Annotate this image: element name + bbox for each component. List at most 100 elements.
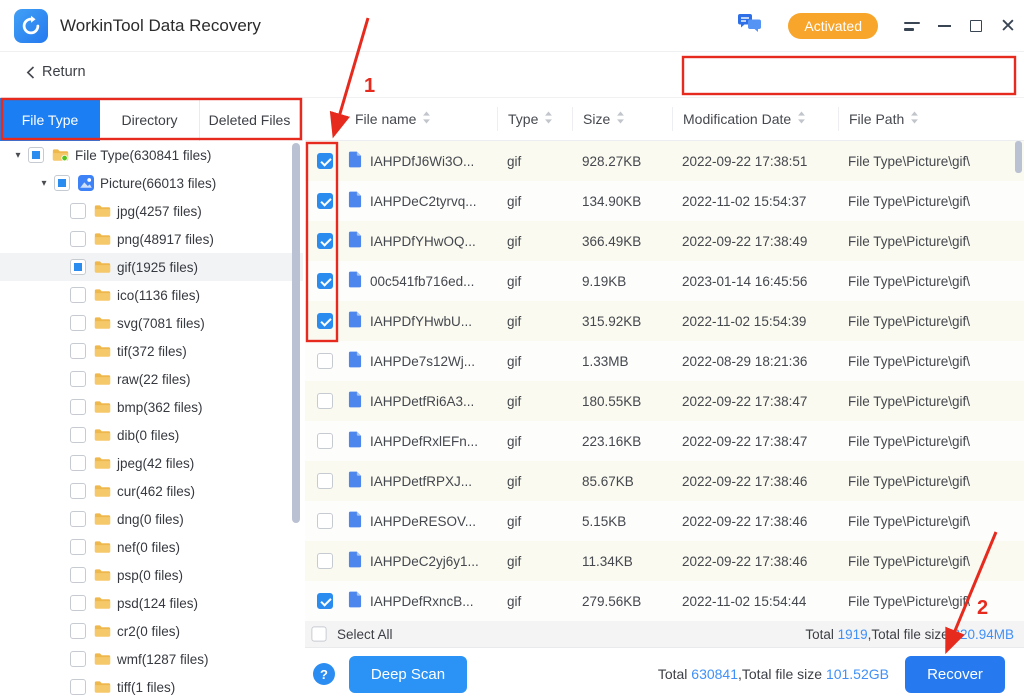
file-icon [348, 591, 362, 611]
tree-checkbox[interactable] [28, 147, 44, 163]
tree-checkbox[interactable] [54, 175, 70, 191]
tree-item[interactable]: dib(0 files) [0, 421, 303, 449]
tree-item[interactable]: tiff(1 files) [0, 673, 303, 700]
tree-checkbox[interactable] [70, 623, 86, 639]
table-row[interactable]: IAHPDeC2tyrvq...gif134.90KB2022-11-02 15… [305, 181, 1024, 221]
file-checkbox[interactable] [317, 193, 333, 209]
tree-checkbox[interactable] [70, 679, 86, 695]
tree-item[interactable]: dng(0 files) [0, 505, 303, 533]
tree-item[interactable]: ▾File Type(630841 files) [0, 141, 303, 169]
file-date: 2022-08-29 18:21:36 [672, 354, 838, 369]
tree-item[interactable]: wmf(1287 files) [0, 645, 303, 673]
sort-icon[interactable] [616, 111, 625, 127]
tree-item[interactable]: cr2(0 files) [0, 617, 303, 645]
tree-item[interactable]: png(48917 files) [0, 225, 303, 253]
table-row[interactable]: IAHPDe7s12Wj...gif1.33MB2022-08-29 18:21… [305, 341, 1024, 381]
tree-item[interactable]: bmp(362 files) [0, 393, 303, 421]
tree-checkbox[interactable] [70, 595, 86, 611]
help-icon[interactable]: ? [313, 663, 335, 685]
table-row[interactable]: IAHPDetfRPXJ...gif85.67KB2022-09-22 17:3… [305, 461, 1024, 501]
recover-button[interactable]: Recover [905, 656, 1005, 693]
file-checkbox[interactable] [317, 473, 333, 489]
file-checkbox[interactable] [317, 153, 333, 169]
tree-checkbox[interactable] [70, 455, 86, 471]
tree-checkbox[interactable] [70, 567, 86, 583]
table-row[interactable]: IAHPDfYHwbU...gif315.92KB2022-11-02 15:5… [305, 301, 1024, 341]
expand-arrow-icon[interactable]: ▾ [34, 178, 54, 189]
file-checkbox[interactable] [317, 233, 333, 249]
tree-item[interactable]: svg(7081 files) [0, 309, 303, 337]
table-row[interactable]: IAHPDeC2yj6y1...gif11.34KB2022-09-22 17:… [305, 541, 1024, 581]
tree-checkbox[interactable] [70, 371, 86, 387]
tree-item[interactable]: ▾Picture(66013 files) [0, 169, 303, 197]
column-header-modification-date[interactable]: Modification Date [672, 107, 838, 131]
column-header-type[interactable]: Type [497, 107, 572, 131]
tree-checkbox[interactable] [70, 203, 86, 219]
tree-item[interactable]: raw(22 files) [0, 365, 303, 393]
tree-item[interactable]: nef(0 files) [0, 533, 303, 561]
table-row[interactable]: IAHPDfJ6Wi3O...gif928.27KB2022-09-22 17:… [305, 141, 1024, 181]
file-type: gif [497, 314, 572, 329]
tree-checkbox[interactable] [70, 287, 86, 303]
tab-file-type[interactable]: File Type [0, 98, 100, 141]
tree-checkbox[interactable] [70, 651, 86, 667]
table-row[interactable]: IAHPDfYHwOQ...gif366.49KB2022-09-22 17:3… [305, 221, 1024, 261]
tree-item-label: raw(22 files) [117, 372, 191, 387]
tree-checkbox[interactable] [70, 315, 86, 331]
file-checkbox[interactable] [317, 433, 333, 449]
minimize-button[interactable] [928, 0, 960, 52]
activated-badge[interactable]: Activated [788, 13, 878, 39]
file-icon [348, 391, 362, 411]
sidebar-scrollbar[interactable] [292, 143, 300, 523]
table-row[interactable]: IAHPDefRxlEFn...gif223.16KB2022-09-22 17… [305, 421, 1024, 461]
table-scrollbar[interactable] [1015, 141, 1022, 173]
deep-scan-button[interactable]: Deep Scan [349, 656, 467, 693]
app-window: WorkinTool Data Recovery Activated ✕ Ret… [0, 0, 1024, 700]
close-button[interactable]: ✕ [992, 0, 1024, 52]
column-header-file-path[interactable]: File Path [838, 107, 1024, 131]
tab-deleted-files[interactable]: Deleted Files [200, 98, 300, 141]
file-checkbox[interactable] [317, 513, 333, 529]
tree-item[interactable]: psd(124 files) [0, 589, 303, 617]
tree-item[interactable]: jpeg(42 files) [0, 449, 303, 477]
sort-icon[interactable] [544, 111, 553, 127]
tree-item[interactable]: tif(372 files) [0, 337, 303, 365]
tree-checkbox[interactable] [70, 511, 86, 527]
table-row[interactable]: 00c541fb716ed...gif9.19KB2023-01-14 16:4… [305, 261, 1024, 301]
maximize-button[interactable] [960, 0, 992, 52]
tab-directory[interactable]: Directory [100, 98, 200, 141]
tree-checkbox[interactable] [70, 483, 86, 499]
file-name: IAHPDetfRi6A3... [370, 394, 474, 409]
table-row[interactable]: IAHPDefRxncB...gif279.56KB2022-11-02 15:… [305, 581, 1024, 621]
file-checkbox[interactable] [317, 553, 333, 569]
tree-checkbox[interactable] [70, 231, 86, 247]
sort-icon[interactable] [422, 111, 431, 127]
tree-item[interactable]: cur(462 files) [0, 477, 303, 505]
table-row[interactable]: IAHPDetfRi6A3...gif180.55KB2022-09-22 17… [305, 381, 1024, 421]
sort-icon[interactable] [797, 111, 806, 127]
tree-checkbox[interactable] [70, 427, 86, 443]
messages-icon[interactable] [738, 14, 762, 38]
tree-checkbox[interactable] [70, 539, 86, 555]
column-header-file-name[interactable]: File name [345, 107, 497, 131]
tree-item[interactable]: jpg(4257 files) [0, 197, 303, 225]
tree-item[interactable]: gif(1925 files) [0, 253, 303, 281]
file-checkbox[interactable] [317, 593, 333, 609]
file-checkbox[interactable] [317, 353, 333, 369]
select-all-checkbox[interactable] [311, 626, 326, 641]
return-button[interactable]: Return [26, 64, 86, 80]
tree-item[interactable]: psp(0 files) [0, 561, 303, 589]
expand-arrow-icon[interactable]: ▾ [8, 150, 28, 161]
tree-checkbox[interactable] [70, 399, 86, 415]
tree-checkbox[interactable] [70, 259, 86, 275]
file-checkbox[interactable] [317, 393, 333, 409]
sort-icon[interactable] [910, 111, 919, 127]
tree-item[interactable]: ico(1136 files) [0, 281, 303, 309]
menu-button[interactable] [896, 0, 928, 52]
column-header-size[interactable]: Size [572, 107, 672, 131]
tree-checkbox[interactable] [70, 343, 86, 359]
file-name: IAHPDfYHwOQ... [370, 234, 476, 249]
file-checkbox[interactable] [317, 313, 333, 329]
file-checkbox[interactable] [317, 273, 333, 289]
table-row[interactable]: IAHPDeRESOV...gif5.15KB2022-09-22 17:38:… [305, 501, 1024, 541]
